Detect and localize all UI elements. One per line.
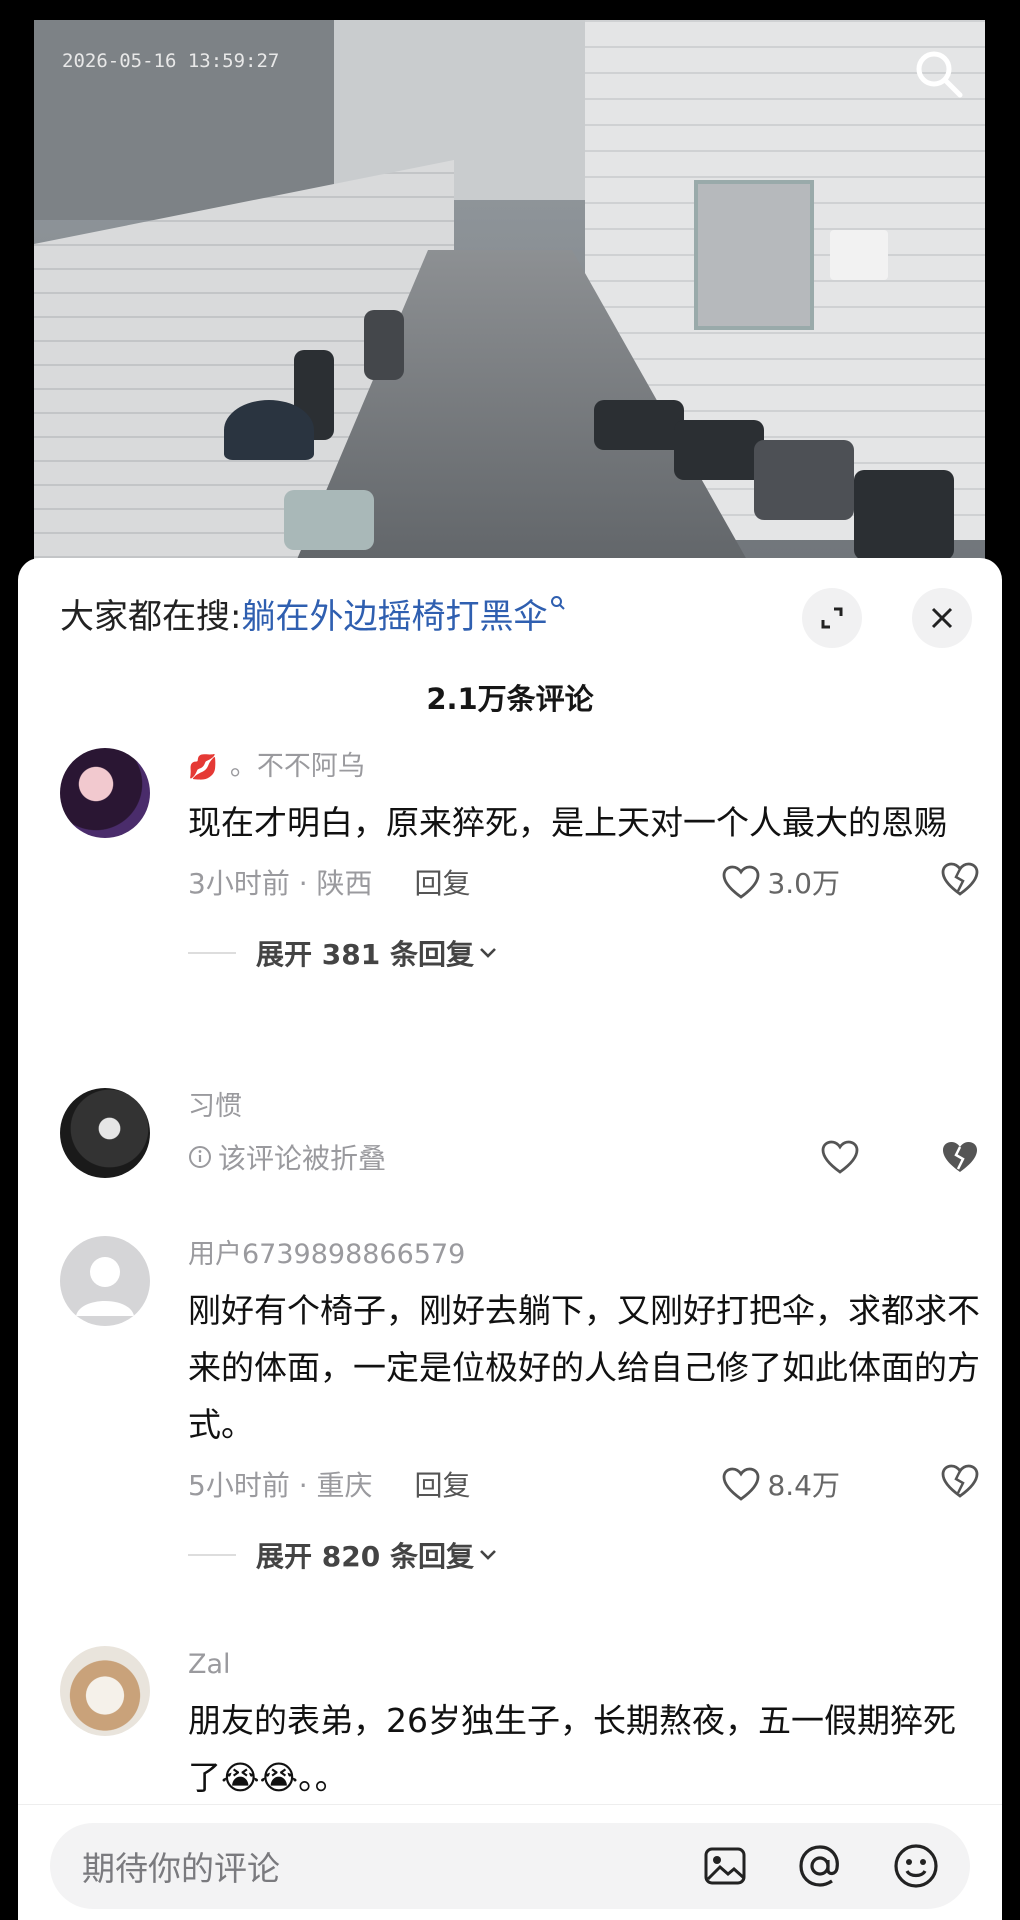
avatar[interactable] <box>60 748 150 838</box>
broken-heart-icon <box>941 1464 979 1498</box>
avatar[interactable] <box>60 1088 150 1178</box>
comment-author[interactable]: 💋 。不不阿乌 <box>188 748 980 786</box>
scene-scooter <box>854 470 954 560</box>
close-sheet-button[interactable] <box>912 588 972 648</box>
comment-author-name[interactable]: Zal <box>188 1646 980 1684</box>
like-count: 3.0万 <box>767 867 840 900</box>
video-timestamp: 2026-05-16 13:59:27 <box>62 50 280 72</box>
scene-scooter <box>284 490 374 550</box>
chevron-down-icon <box>480 948 496 958</box>
scene-scooter <box>364 310 404 380</box>
dislike-button[interactable] <box>940 861 980 904</box>
image-icon[interactable] <box>702 1843 748 1889</box>
trending-search-prefix: 大家都在搜: <box>60 596 242 637</box>
reply-button[interactable]: 回复 <box>415 862 471 902</box>
search-icon <box>916 51 963 98</box>
input-actions <box>702 1823 940 1909</box>
expand-icon <box>821 607 843 629</box>
scene-scooter <box>754 440 854 520</box>
emoji-icon[interactable] <box>892 1842 940 1890</box>
heart-icon[interactable] <box>820 1139 860 1175</box>
like-count: 8.4万 <box>767 1469 840 1502</box>
dislike-button[interactable] <box>940 1463 980 1506</box>
heart-icon <box>723 1467 760 1501</box>
comment-time-location: 3小时前 · 陕西 <box>188 867 373 900</box>
comment-sheet: 大家都在搜: 躺在外边摇椅打黑伞 2.1万条评论 💋 。不不阿乌 现在才明白，原… <box>18 558 1002 1920</box>
small-search-icon <box>550 595 566 616</box>
at-mention-icon[interactable] <box>796 1842 844 1890</box>
expand-replies-label: 展开 820 条回复 <box>256 1540 474 1573</box>
expand-replies-label: 展开 381 条回复 <box>256 938 474 971</box>
comment-input-bar: 期待你的评论 <box>18 1804 1002 1920</box>
chevron-down-icon <box>480 1550 496 1560</box>
comment-text: 现在才明白，原来猝死，是上天对一个人最大的恩赐 <box>188 803 947 842</box>
divider-line <box>188 1554 236 1556</box>
broken-heart-filled-icon[interactable] <box>940 1139 980 1175</box>
reply-button[interactable]: 回复 <box>415 1464 471 1504</box>
video-player[interactable]: 2026-05-16 13:59:27 <box>34 20 985 580</box>
comment-text: 刚好有个椅子，刚好去躺下，又刚好打把伞，求都求不来的体面，一定是位极好的人给自己… <box>188 1291 980 1444</box>
comment-count: 2.1万条评论 <box>426 682 594 716</box>
scene-umbrella <box>224 400 314 460</box>
scene-window <box>694 180 814 330</box>
comment-author-name[interactable]: 用户6739898866579 <box>188 1236 980 1274</box>
expand-replies-button[interactable]: 展开 381 条回复 <box>188 933 980 973</box>
info-icon <box>189 1146 211 1168</box>
heart-icon <box>723 865 760 899</box>
like-button[interactable]: 3.0万 <box>721 862 840 902</box>
scene-scooter <box>594 400 684 450</box>
trending-search-hint[interactable]: 大家都在搜: 躺在外边摇椅打黑伞 <box>60 588 566 638</box>
avatar[interactable] <box>60 1646 150 1736</box>
lips-emoji: 💋 <box>188 753 218 781</box>
comment-input[interactable]: 期待你的评论 <box>50 1823 970 1909</box>
expand-sheet-button[interactable] <box>802 588 862 648</box>
comment-text: 朋友的表弟，26岁独生子，长期熬夜，五一假期猝死了😭😭。。 <box>188 1701 956 1797</box>
comment-meta: 3小时前 · 陕西 回复 3.0万 <box>188 857 980 907</box>
default-avatar-icon <box>76 1257 134 1316</box>
comment-author-name: 。不不阿乌 <box>229 751 365 782</box>
comment-time-location: 5小时前 · 重庆 <box>188 1469 373 1502</box>
avatar[interactable] <box>60 1236 150 1326</box>
comment-input-placeholder: 期待你的评论 <box>82 1849 280 1888</box>
trending-search-term[interactable]: 躺在外边摇椅打黑伞 <box>241 589 547 638</box>
close-icon <box>931 607 953 629</box>
divider-line <box>188 952 236 954</box>
expand-replies-button[interactable]: 展开 820 条回复 <box>188 1535 980 1575</box>
scene-scooter <box>674 420 764 480</box>
broken-heart-icon <box>941 862 979 896</box>
folded-text: 该评论被折叠 <box>218 1142 387 1175</box>
comment-author-name[interactable]: 习惯 <box>188 1088 980 1126</box>
folded-notice: 该评论被折叠 <box>188 1132 980 1182</box>
search-button[interactable] <box>911 46 967 102</box>
like-button[interactable]: 8.4万 <box>721 1464 840 1504</box>
scene-air-conditioner <box>830 230 888 280</box>
comment-meta: 5小时前 · 重庆 回复 8.4万 <box>188 1459 980 1509</box>
